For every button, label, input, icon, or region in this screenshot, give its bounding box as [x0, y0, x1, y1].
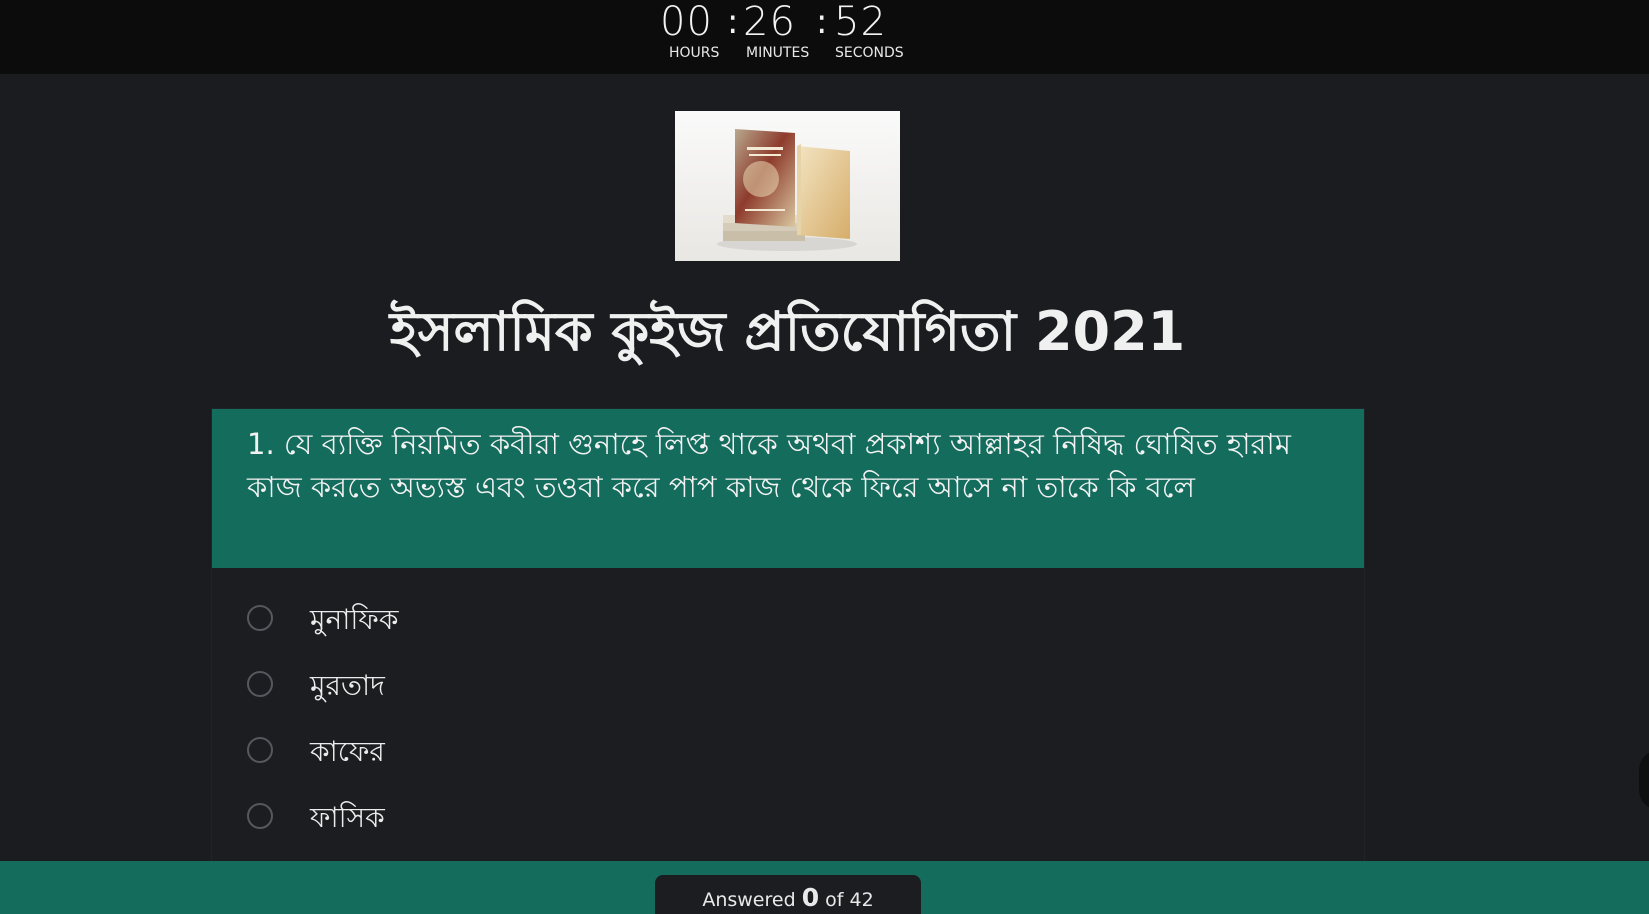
timer-hours-label: HOURS — [669, 45, 720, 61]
answer-option[interactable]: কাফের — [247, 732, 847, 772]
timer-seconds: 52 — [834, 0, 887, 45]
timer-separator: : — [816, 2, 828, 42]
radio-button[interactable] — [247, 605, 273, 631]
timer-separator: : — [727, 2, 739, 42]
answer-option-label: মুনাফিক — [310, 603, 399, 636]
question-text: 1. যে ব্যক্তি নিয়মিত কবীরা গুনাহে লিপ্ত… — [247, 427, 1291, 504]
question-header: 1. যে ব্যক্তি নিয়মিত কবীরা গুনাহে লিপ্ত… — [212, 409, 1364, 568]
books-illustration — [675, 111, 900, 261]
answer-option[interactable]: মুনাফিক — [247, 600, 847, 640]
floating-action-button[interactable] — [1639, 750, 1649, 810]
answer-option-label: মুরতাদ — [310, 669, 385, 702]
answer-option-label: কাফের — [310, 735, 385, 768]
answered-counter: Answered 0 of 42 — [655, 875, 921, 914]
answered-count: 0 — [801, 883, 820, 912]
radio-button[interactable] — [247, 803, 273, 829]
answer-option[interactable]: ফাসিক — [247, 798, 847, 838]
timer-minutes-label: MINUTES — [746, 45, 810, 61]
question-card: 1. যে ব্যক্তি নিয়মিত কবীরা গুনাহে লিপ্ত… — [212, 409, 1364, 914]
page-title: ইসলামিক কুইজ প্রতিযোগিতা 2021 — [389, 300, 1186, 363]
radio-button[interactable] — [247, 671, 273, 697]
countdown-timer: 00 : 26 : 52 HOURS MINUTES SECONDS — [658, 0, 938, 74]
quiz-cover-image — [675, 111, 900, 261]
answered-prefix: Answered — [702, 889, 796, 911]
radio-button[interactable] — [247, 737, 273, 763]
answer-option-label: ফাসিক — [310, 801, 385, 834]
answered-total: of 42 — [825, 889, 874, 911]
timer-hours: 00 — [660, 0, 713, 45]
timer-bar: 00 : 26 : 52 HOURS MINUTES SECONDS — [0, 0, 1649, 74]
quiz-page: 00 : 26 : 52 HOURS MINUTES SECONDS ইসলাম… — [0, 0, 1649, 914]
answer-option[interactable]: মুরতাদ — [247, 666, 847, 706]
timer-minutes: 26 — [743, 0, 796, 45]
timer-seconds-label: SECONDS — [835, 45, 904, 61]
